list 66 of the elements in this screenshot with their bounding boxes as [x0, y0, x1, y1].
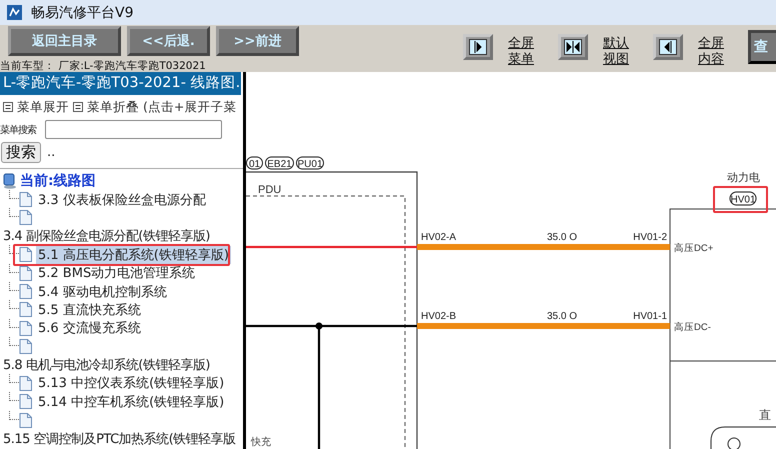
pin-label: 高压DC+ [674, 243, 714, 254]
tree-item[interactable]: 5.14 中控车机系统(铁锂轻享版) [36, 392, 226, 411]
annotation-box [713, 186, 768, 213]
view-link[interactable]: 全屏 菜单 [508, 36, 534, 68]
connector-tag: PU01 [296, 156, 324, 170]
pin-label: 高压DC- [674, 322, 711, 333]
connector-pin-label: HV02-A [421, 232, 456, 243]
tree-item[interactable]: 5.5 直流快充系统 [36, 300, 143, 319]
arrows-inward-icon [564, 39, 582, 55]
tree-item[interactable]: 3.3 仪表板保险丝盒电源分配 [36, 190, 208, 209]
document-icon [19, 192, 32, 208]
document-icon [19, 339, 32, 354]
search-field[interactable] [45, 120, 222, 139]
component-label: 直 [759, 408, 771, 422]
connector-tag: EB21 [265, 156, 294, 170]
document-icon [19, 266, 32, 281]
view-button[interactable] [653, 34, 683, 60]
module-label: PDU [258, 184, 282, 196]
collapse-icon[interactable] [73, 102, 83, 112]
window-title: 畅易汽修平台V9 [31, 4, 134, 22]
connector-pin-label: HV02-B [421, 311, 456, 322]
search-button[interactable]: 查 [748, 30, 776, 64]
tree-item[interactable]: 5.6 交流慢充系统 [36, 319, 143, 338]
document-icon [19, 394, 32, 410]
arrow-right-icon [469, 39, 487, 55]
app-icon [7, 5, 22, 20]
menu-header: L-零跑汽车-零跑T03-2021- 线路图. [0, 72, 241, 95]
wire-gauge-label: 35.0 O [547, 232, 578, 243]
connector-pin-label: HV01-1 [633, 311, 667, 322]
connector-tag: HV01 [730, 192, 756, 206]
collapse-menu-link[interactable]: 菜单折叠 (点击+展开子菜 [87, 98, 236, 116]
document-icon [19, 247, 32, 262]
tree-item[interactable]: 5.13 中控仪表系统(铁锂轻享版) [36, 374, 226, 392]
tree-item[interactable]: 5.1 高压电分配系统(铁锂轻享版) [36, 246, 231, 264]
tree-group[interactable]: 3.4 副保险丝盒电源分配(铁锂轻享版) [3, 227, 210, 246]
tree-item[interactable]: 5.2 BMS动力电池管理系统 [36, 264, 198, 282]
tree-group[interactable]: 5.8 电机与电池冷却系统(铁锂轻享版) [3, 356, 210, 374]
junction-dot [316, 322, 322, 330]
vehicle-info: 当前车型： 厂家:L-零跑汽车零跑T032021 [0, 60, 207, 72]
more-text: .. [47, 145, 56, 160]
computer-icon [3, 173, 17, 190]
tree-root[interactable]: 当前:线路图 [20, 172, 96, 190]
expand-menu-link[interactable]: 菜单展开 [17, 98, 69, 116]
document-icon [19, 412, 32, 428]
document-icon [19, 376, 32, 391]
view-button[interactable] [558, 34, 588, 60]
tree-item[interactable]: 5.4 驱动电机控制系统 [36, 282, 169, 301]
view-button[interactable] [463, 34, 493, 60]
battery-label: 动力电 [727, 172, 760, 184]
wire-gauge-label: 35.0 O [547, 311, 578, 322]
connector-tag: 01 [246, 156, 263, 170]
tree-group[interactable]: 5.15 空调控制及PTC加热系统(铁锂轻享版 [3, 430, 236, 448]
nav-button[interactable]: 返回主目录 [8, 26, 121, 56]
document-icon [19, 302, 32, 318]
document-icon [19, 284, 32, 300]
document-icon [19, 210, 32, 226]
connector-pin-label: HV01-2 [633, 232, 667, 243]
search-label: 菜单搜索 [0, 124, 38, 136]
arrow-left-icon [659, 39, 677, 55]
search-button[interactable]: 搜索 [1, 142, 41, 163]
nav-button[interactable]: <<后退. [127, 26, 210, 56]
document-icon [19, 320, 32, 336]
view-link[interactable]: 全屏 内容 [698, 36, 724, 68]
connector-label: 快充 [251, 437, 271, 448]
nav-button[interactable]: >>前进 [216, 26, 299, 56]
collapse-icon[interactable] [3, 102, 13, 112]
